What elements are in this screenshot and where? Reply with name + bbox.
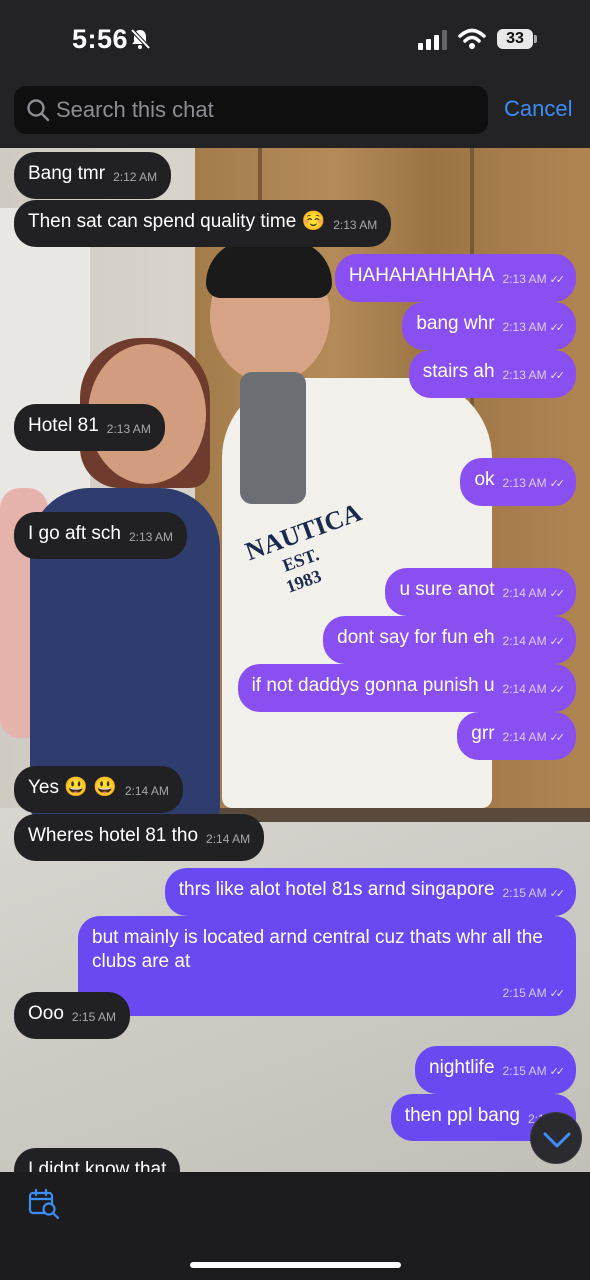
chevron-down-icon xyxy=(543,1132,571,1148)
home-indicator[interactable] xyxy=(190,1262,401,1268)
message-text: Ooo xyxy=(28,1003,64,1024)
read-receipt-icon: ✓✓ xyxy=(549,684,566,696)
message-text: thrs like alot hotel 81s arnd singapore xyxy=(178,879,495,900)
message-bubble-incoming[interactable]: Bang tmr 2:12 AM xyxy=(14,152,172,199)
message-bubble-incoming[interactable]: I didnt know that xyxy=(14,1148,181,1172)
read-receipt-icon: ✓✓ xyxy=(549,636,566,648)
message-text: HAHAHAHHAHA xyxy=(348,265,495,286)
message-bubble-outgoing[interactable]: but mainly is located arnd central cuz t… xyxy=(78,916,576,1016)
message-bubble-outgoing[interactable]: ok 2:13 AM ✓✓ xyxy=(460,458,576,506)
message-bubble-outgoing[interactable]: dont say for fun eh 2:14 AM ✓✓ xyxy=(323,616,576,664)
message-text: u sure anot xyxy=(399,579,495,600)
message-time: 2:13 AM xyxy=(128,530,173,544)
battery-indicator: 33 xyxy=(497,29,533,49)
message-time: 2:12 AM xyxy=(113,170,158,184)
read-receipt-icon: ✓✓ xyxy=(549,322,566,334)
message-bubble-incoming[interactable]: Wheres hotel 81 tho 2:14 AM xyxy=(14,814,265,861)
message-text: I didnt know that xyxy=(28,1159,167,1172)
cancel-button[interactable]: Cancel xyxy=(504,96,572,122)
message-time: 2:14 AM xyxy=(502,634,547,648)
message-time: 2:15 AM xyxy=(502,986,547,1000)
message-time: 2:15 AM xyxy=(71,1010,116,1024)
message-bubble-outgoing[interactable]: bang whr 2:13 AM ✓✓ xyxy=(402,302,576,350)
message-bubble-outgoing[interactable]: thrs like alot hotel 81s arnd singapore 2… xyxy=(164,868,576,916)
wallpaper-phone xyxy=(240,372,306,504)
read-receipt-icon: ✓✓ xyxy=(549,988,566,1000)
message-text: ok xyxy=(474,469,495,490)
signal-icon xyxy=(418,30,447,50)
message-text: Wheres hotel 81 tho xyxy=(28,825,199,846)
message-text: Bang tmr xyxy=(28,163,106,184)
message-text: Yes 😃 😃 xyxy=(28,777,117,798)
message-time: 2:13 AM xyxy=(502,272,547,286)
message-text: Then sat can spend quality time ☺️ xyxy=(28,211,326,232)
status-bar: 5:56 33 xyxy=(0,0,590,80)
wallpaper-person-hair xyxy=(206,240,332,298)
message-time: 2:14 AM xyxy=(502,730,547,744)
message-time: 2:14 AM xyxy=(502,682,547,696)
chat-area[interactable]: NAUTICA EST. 1983 Bang tmr 2:12 AM Then s… xyxy=(0,148,590,1172)
message-text: dont say for fun eh xyxy=(337,627,495,648)
read-receipt-icon: ✓✓ xyxy=(549,588,566,600)
wifi-icon xyxy=(458,28,486,49)
message-bubble-incoming[interactable]: Hotel 81 2:13 AM xyxy=(14,404,165,451)
read-receipt-icon: ✓✓ xyxy=(549,370,566,382)
search-input[interactable] xyxy=(56,86,476,134)
bottom-toolbar xyxy=(0,1172,590,1280)
message-bubble-incoming[interactable]: I go aft sch 2:13 AM xyxy=(14,512,187,559)
message-bubble-outgoing[interactable]: stairs ah 2:13 AM ✓✓ xyxy=(408,350,576,398)
message-bubble-incoming[interactable]: Then sat can spend quality time ☺️ 2:13 A… xyxy=(14,200,392,247)
message-time: 2:13 AM xyxy=(502,320,547,334)
message-time: 2:13 AM xyxy=(106,422,151,436)
message-bubble-incoming[interactable]: Yes 😃 😃 2:14 AM xyxy=(14,766,183,813)
message-time: 2:14 AM xyxy=(502,586,547,600)
message-time: 2:15 AM xyxy=(502,886,547,900)
message-text: then ppl bang xyxy=(404,1105,520,1126)
message-bubble-outgoing[interactable]: if not daddys gonna punish u 2:14 AM ✓✓ xyxy=(237,664,576,712)
status-time: 5:56 xyxy=(72,24,129,54)
message-bubble-outgoing[interactable]: grr 2:14 AM ✓✓ xyxy=(457,712,576,760)
message-time: 2:13 AM xyxy=(502,476,547,490)
message-time: 2:13 AM xyxy=(502,368,547,382)
bell-slash-icon xyxy=(130,28,151,50)
read-receipt-icon: ✓✓ xyxy=(549,478,566,490)
message-text: I go aft sch xyxy=(28,523,121,544)
message-time: 2:14 AM xyxy=(124,784,169,798)
battery-tip xyxy=(534,35,537,43)
read-receipt-icon: ✓✓ xyxy=(549,274,566,286)
message-bubble-outgoing[interactable]: nightlife 2:15 AM ✓✓ xyxy=(415,1046,576,1094)
message-bubble-incoming[interactable]: Ooo 2:15 AM xyxy=(14,992,130,1039)
message-text: stairs ah xyxy=(422,361,495,382)
message-meta: 2:15 AM ✓✓ xyxy=(92,978,566,1006)
message-time: 2:14 AM xyxy=(206,832,251,846)
message-text: grr xyxy=(471,723,495,744)
message-time: 2:15 AM xyxy=(502,1064,547,1078)
message-text: Hotel 81 xyxy=(28,415,99,436)
message-bubble-outgoing[interactable]: HAHAHAHHAHA 2:13 AM ✓✓ xyxy=(334,254,576,302)
message-text: nightlife xyxy=(429,1057,495,1078)
read-receipt-icon: ✓✓ xyxy=(549,1066,566,1078)
read-receipt-icon: ✓✓ xyxy=(549,732,566,744)
message-bubble-outgoing[interactable]: u sure anot 2:14 AM ✓✓ xyxy=(385,568,576,616)
calendar-search-icon[interactable] xyxy=(28,1188,60,1220)
message-text: if not daddys gonna punish u xyxy=(251,675,495,696)
search-box[interactable] xyxy=(14,86,488,134)
read-receipt-icon: ✓✓ xyxy=(549,888,566,900)
message-text: but mainly is located arnd central cuz t… xyxy=(92,927,543,972)
search-icon xyxy=(27,99,50,122)
search-header: Cancel xyxy=(0,80,590,148)
message-time: 2:13 AM xyxy=(333,218,378,232)
message-text: bang whr xyxy=(416,313,495,334)
scroll-to-bottom-button[interactable] xyxy=(530,1112,582,1164)
